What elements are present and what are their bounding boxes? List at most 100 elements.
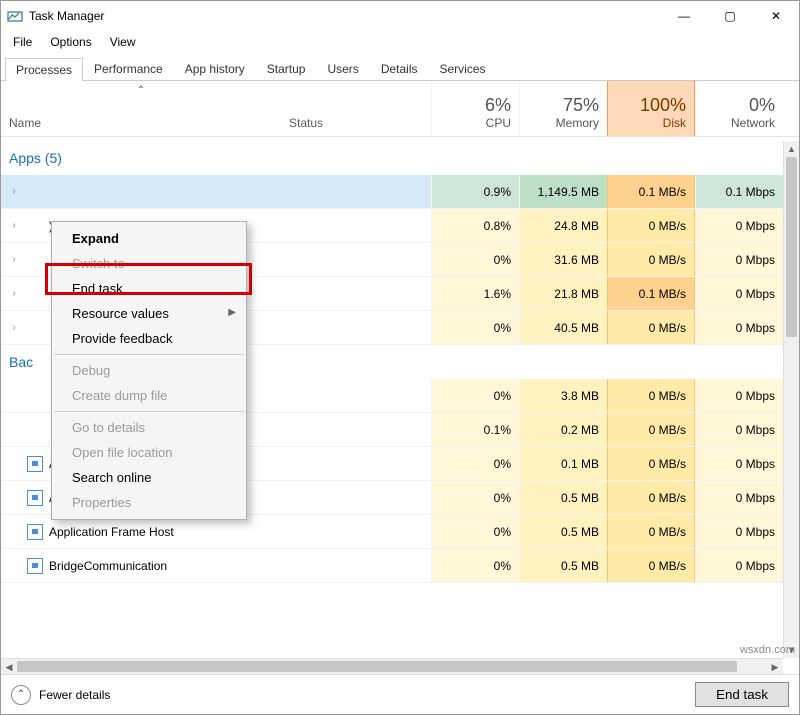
cell-cpu: 0.8% bbox=[431, 209, 519, 242]
column-memory[interactable]: 75% Memory bbox=[519, 81, 607, 136]
tab-startup[interactable]: Startup bbox=[256, 57, 317, 80]
context-menu-open-file-location: Open file location bbox=[52, 440, 246, 465]
process-name: Application Frame Host bbox=[49, 525, 174, 539]
cell-network: 0 Mbps bbox=[695, 515, 783, 548]
context-menu-properties: Properties bbox=[52, 490, 246, 515]
cell-memory: 0.5 MB bbox=[519, 481, 607, 514]
cell-cpu: 0.1% bbox=[431, 413, 519, 446]
horizontal-scrollbar[interactable]: ◀ ▶ bbox=[1, 658, 783, 674]
cell-memory: 0.1 MB bbox=[519, 447, 607, 480]
cell-memory: 40.5 MB bbox=[519, 311, 607, 344]
cell-disk: 0 MB/s bbox=[607, 515, 695, 548]
tab-users[interactable]: Users bbox=[316, 57, 369, 80]
scroll-up-icon[interactable]: ▲ bbox=[784, 141, 799, 157]
cell-status bbox=[281, 447, 431, 480]
tab-services[interactable]: Services bbox=[429, 57, 497, 80]
context-menu-end-task[interactable]: End task bbox=[52, 276, 246, 301]
menu-separator bbox=[54, 411, 244, 412]
scroll-right-icon[interactable]: ▶ bbox=[767, 659, 783, 675]
menu-file[interactable]: File bbox=[5, 33, 40, 51]
process-icon bbox=[27, 524, 43, 540]
tab-details[interactable]: Details bbox=[370, 57, 429, 80]
chevron-right-icon[interactable]: › bbox=[7, 220, 21, 231]
cell-status bbox=[281, 549, 431, 582]
cell-disk: 0.1 MB/s bbox=[607, 277, 695, 310]
cell-name: BridgeCommunication bbox=[1, 549, 281, 582]
cell-status bbox=[281, 175, 431, 208]
process-icon bbox=[27, 558, 43, 574]
column-disk[interactable]: 100% Disk bbox=[607, 81, 695, 136]
context-menu-create-dump-file: Create dump file bbox=[52, 383, 246, 408]
task-manager-icon bbox=[7, 8, 23, 24]
tab-app-history[interactable]: App history bbox=[174, 57, 256, 80]
cell-memory: 21.8 MB bbox=[519, 277, 607, 310]
column-status[interactable]: Status bbox=[281, 81, 431, 136]
cell-disk: 0 MB/s bbox=[607, 379, 695, 412]
cell-disk: 0 MB/s bbox=[607, 243, 695, 276]
cell-network: 0 Mbps bbox=[695, 311, 783, 344]
scroll-thumb-v[interactable] bbox=[786, 157, 797, 337]
table-row[interactable]: BridgeCommunication 0% 0.5 MB 0 MB/s 0 M… bbox=[1, 549, 783, 583]
tab-processes[interactable]: Processes bbox=[5, 58, 83, 81]
cell-status bbox=[281, 243, 431, 276]
chevron-right-icon[interactable]: › bbox=[7, 254, 21, 265]
end-task-button[interactable]: End task bbox=[695, 682, 789, 707]
process-icon bbox=[27, 456, 43, 472]
cell-network: 0 Mbps bbox=[695, 481, 783, 514]
table-row[interactable]: › 0.9% 1,149.5 MB 0.1 MB/s 0.1 Mbps bbox=[1, 175, 783, 209]
process-icon bbox=[27, 218, 43, 234]
cell-network: 0 Mbps bbox=[695, 447, 783, 480]
vertical-scrollbar[interactable]: ▲ ▼ bbox=[783, 141, 799, 658]
context-menu-switch-to: Switch to bbox=[52, 251, 246, 276]
context-menu-resource-values[interactable]: Resource values▶ bbox=[52, 301, 246, 326]
cell-disk: 0 MB/s bbox=[607, 447, 695, 480]
window-close-button[interactable]: ✕ bbox=[753, 1, 799, 31]
cell-memory: 3.8 MB bbox=[519, 379, 607, 412]
chevron-right-icon: ▶ bbox=[228, 307, 236, 318]
context-menu: ExpandSwitch toEnd taskResource values▶P… bbox=[51, 221, 247, 520]
process-icon bbox=[27, 490, 43, 506]
chevron-right-icon[interactable]: › bbox=[7, 322, 21, 333]
cell-memory: 0.5 MB bbox=[519, 549, 607, 582]
process-icon bbox=[27, 252, 43, 268]
column-cpu[interactable]: 6% CPU bbox=[431, 81, 519, 136]
chevron-right-icon[interactable]: › bbox=[7, 288, 21, 299]
cell-network: 0 Mbps bbox=[695, 549, 783, 582]
cell-disk: 0 MB/s bbox=[607, 209, 695, 242]
context-menu-search-online[interactable]: Search online bbox=[52, 465, 246, 490]
scroll-thumb-h[interactable] bbox=[17, 661, 737, 672]
table-row[interactable]: Application Frame Host 0% 0.5 MB 0 MB/s … bbox=[1, 515, 783, 549]
menu-view[interactable]: View bbox=[102, 33, 144, 51]
cell-status bbox=[281, 277, 431, 310]
fewer-details-button[interactable]: ⌃ Fewer details bbox=[11, 685, 110, 705]
context-menu-provide-feedback[interactable]: Provide feedback bbox=[52, 326, 246, 351]
column-name[interactable]: ⌃ Name bbox=[1, 81, 281, 136]
window-maximize-button[interactable]: ▢ bbox=[707, 1, 753, 31]
cell-memory: 1,149.5 MB bbox=[519, 175, 607, 208]
context-menu-expand[interactable]: Expand bbox=[52, 226, 246, 251]
group-apps[interactable]: Apps (5) bbox=[1, 141, 783, 175]
cell-cpu: 0.9% bbox=[431, 175, 519, 208]
cell-cpu: 1.6% bbox=[431, 277, 519, 310]
tab-performance[interactable]: Performance bbox=[83, 57, 174, 80]
cell-disk: 0 MB/s bbox=[607, 413, 695, 446]
cell-memory: 0.2 MB bbox=[519, 413, 607, 446]
table-header: ⌃ Name Status 6% CPU 75% Memory 100% Dis… bbox=[1, 81, 799, 137]
cell-status bbox=[281, 209, 431, 242]
statusbar: ⌃ Fewer details End task bbox=[1, 674, 799, 714]
cell-status bbox=[281, 311, 431, 344]
cell-cpu: 0% bbox=[431, 447, 519, 480]
cell-memory: 24.8 MB bbox=[519, 209, 607, 242]
cell-memory: 31.6 MB bbox=[519, 243, 607, 276]
cell-network: 0 Mbps bbox=[695, 209, 783, 242]
window-minimize-button[interactable]: — bbox=[661, 1, 707, 31]
menu-separator bbox=[54, 354, 244, 355]
chevron-right-icon[interactable]: › bbox=[7, 186, 21, 197]
column-network[interactable]: 0% Network bbox=[695, 81, 783, 136]
cell-cpu: 0% bbox=[431, 515, 519, 548]
cell-network: 0.1 Mbps bbox=[695, 175, 783, 208]
menu-options[interactable]: Options bbox=[42, 33, 99, 51]
window-title: Task Manager bbox=[29, 9, 104, 23]
window-titlebar: Task Manager — ▢ ✕ bbox=[1, 1, 799, 31]
cell-network: 0 Mbps bbox=[695, 243, 783, 276]
